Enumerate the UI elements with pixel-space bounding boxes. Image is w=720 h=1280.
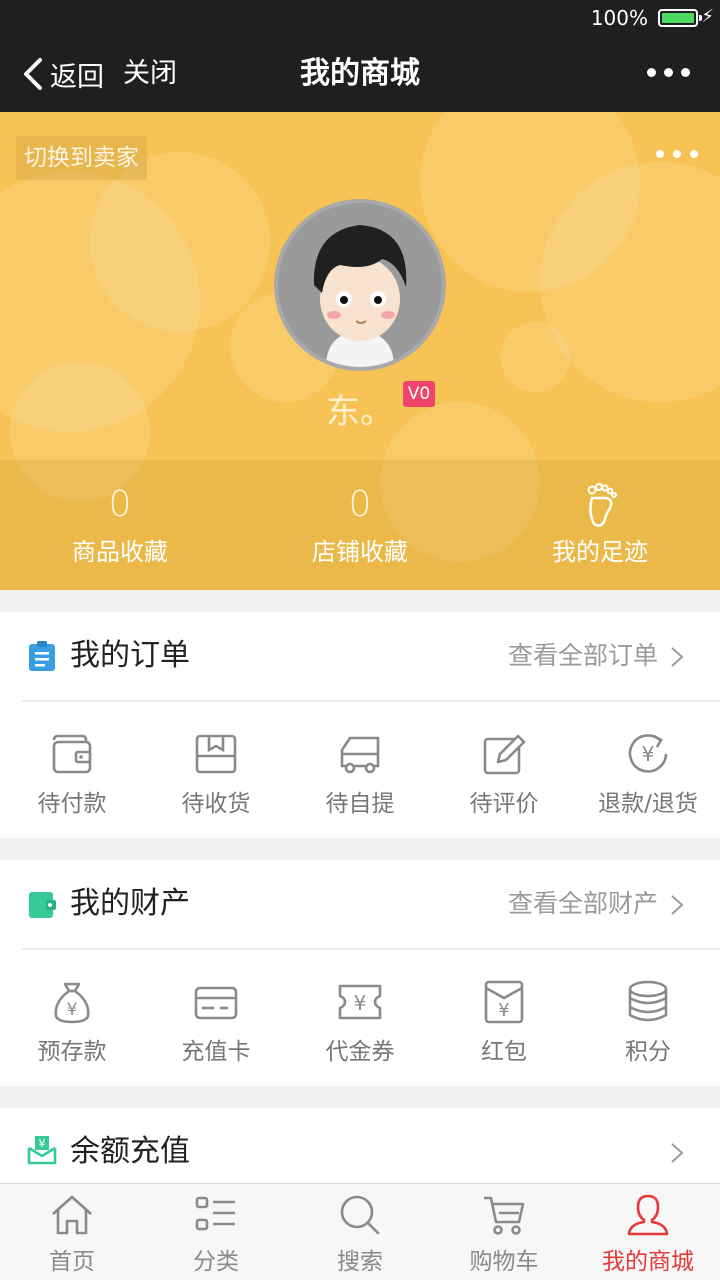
red-envelope-label: 红包	[481, 1039, 527, 1065]
card-icon	[194, 986, 238, 1020]
wallet-icon	[52, 734, 92, 774]
tab-category-label: 分类	[193, 1249, 239, 1275]
voucher-icon: ¥	[338, 984, 382, 1020]
favorite-shops-count: 0	[348, 484, 372, 525]
prepaid-label: 预存款	[37, 1039, 107, 1065]
voucher-label: 代金券	[325, 1039, 395, 1065]
favorite-shops[interactable]: 0 店铺收藏	[240, 460, 480, 590]
tab-home[interactable]: 首页	[0, 1184, 144, 1280]
profile-stats: 0 商品收藏 0 店铺收藏 我的足迹	[0, 460, 720, 590]
battery-icon	[658, 9, 702, 27]
order-pending-review[interactable]: 待评价	[432, 702, 576, 838]
recharge-icon: ¥	[27, 1136, 57, 1165]
my-footprints[interactable]: 我的足迹	[480, 460, 720, 590]
favorite-goods-count: 0	[108, 484, 132, 525]
page-title: 我的商城	[300, 56, 420, 91]
more-options-button[interactable]	[647, 68, 690, 77]
avatar-image	[278, 203, 442, 367]
asset-red-envelope[interactable]: ¥ 红包	[432, 950, 576, 1086]
order-pending-receipt[interactable]: 待收货	[144, 702, 288, 838]
balance-recharge-header[interactable]: ¥ 余额充值	[0, 1108, 720, 1184]
clipboard-icon	[29, 641, 55, 671]
order-pending-pickup[interactable]: 待自提	[288, 702, 432, 838]
tab-my-mall-label: 我的商城	[602, 1249, 694, 1275]
svg-text:¥: ¥	[498, 1000, 509, 1021]
favorite-goods[interactable]: 0 商品收藏	[0, 460, 240, 590]
tab-bar: 首页 分类 搜索 购物车 我的商城	[0, 1183, 720, 1280]
truck-icon	[340, 736, 380, 774]
footprints-label: 我的足迹	[552, 538, 648, 566]
asset-voucher[interactable]: ¥ 代金券	[288, 950, 432, 1086]
chevron-right-icon	[671, 895, 684, 915]
assets-grid: ¥ 预存款 充值卡 ¥ 代金券 ¥ 红包 积分	[0, 950, 720, 1086]
money-bag-icon: ¥	[54, 982, 90, 1024]
pending-review-label: 待评价	[469, 791, 539, 817]
edit-review-icon	[483, 734, 526, 775]
order-refund-return[interactable]: ¥ 退款/退货	[576, 702, 720, 838]
balance-recharge-section[interactable]: ¥ 余额充值	[0, 1108, 720, 1184]
search-icon	[340, 1195, 380, 1235]
package-icon	[195, 734, 237, 774]
charging-icon: ⚡	[701, 6, 714, 27]
wallet-green-icon	[29, 892, 56, 918]
avatar[interactable]	[274, 199, 446, 371]
username: 东。	[326, 392, 394, 432]
recharge-card-label: 充值卡	[181, 1039, 251, 1065]
tab-home-label: 首页	[49, 1249, 95, 1275]
tab-cart[interactable]: 购物车	[432, 1184, 576, 1280]
svg-text:¥: ¥	[354, 991, 367, 1015]
pending-pickup-label: 待自提	[325, 791, 395, 817]
assets-title: 我的财产	[70, 886, 190, 921]
header-more-button[interactable]	[656, 150, 698, 158]
asset-recharge-card[interactable]: 充值卡	[144, 950, 288, 1086]
orders-header[interactable]: 我的订单 查看全部订单	[0, 612, 720, 700]
profile-header: 切换到卖家 东。 V0 0 商品收藏 0 店铺收藏 我的足迹	[0, 112, 720, 590]
orders-title: 我的订单	[70, 638, 190, 673]
refund-icon: ¥	[628, 734, 668, 773]
chevron-right-icon	[671, 647, 684, 667]
pending-payment-label: 待付款	[37, 791, 107, 817]
battery-percentage: 100%	[590, 6, 648, 30]
svg-text:¥: ¥	[642, 742, 655, 766]
favorite-shops-label: 店铺收藏	[312, 538, 408, 566]
tab-search[interactable]: 搜索	[288, 1184, 432, 1280]
level-badge: V0	[403, 381, 435, 407]
category-icon	[195, 1196, 235, 1231]
tab-cart-label: 购物车	[469, 1249, 539, 1275]
status-bar: 100% ⚡	[0, 0, 720, 36]
coins-icon	[628, 980, 668, 1022]
tab-category[interactable]: 分类	[144, 1184, 288, 1280]
orders-grid: 待付款 待收货 待自提 待评价 ¥ 退款/退货	[0, 702, 720, 838]
svg-text:¥: ¥	[39, 1137, 46, 1150]
points-label: 积分	[625, 1039, 671, 1065]
cart-icon	[484, 1196, 525, 1235]
svg-text:¥: ¥	[67, 1000, 78, 1020]
footprint-icon	[587, 483, 617, 527]
chevron-right-icon	[671, 1143, 684, 1163]
assets-section: 我的财产 查看全部财产 ¥ 预存款 充值卡 ¥ 代金券 ¥ 红包 积分	[0, 860, 720, 1086]
assets-header[interactable]: 我的财产 查看全部财产	[0, 860, 720, 948]
red-envelope-icon: ¥	[484, 980, 524, 1024]
orders-section: 我的订单 查看全部订单 待付款 待收货 待自提 待评价 ¥ 退款/退货	[0, 612, 720, 838]
user-icon	[627, 1194, 669, 1236]
asset-points[interactable]: 积分	[576, 950, 720, 1086]
balance-recharge-title: 余额充值	[70, 1134, 190, 1169]
view-all-orders-link[interactable]: 查看全部订单	[508, 612, 658, 700]
navigation-bar: 返回 关闭 我的商城	[0, 36, 720, 112]
refund-return-label: 退款/退货	[598, 791, 698, 817]
favorite-goods-label: 商品收藏	[72, 538, 168, 566]
asset-prepaid[interactable]: ¥ 预存款	[0, 950, 144, 1086]
tab-my-mall[interactable]: 我的商城	[576, 1184, 720, 1280]
view-all-assets-link[interactable]: 查看全部财产	[508, 860, 658, 948]
home-icon	[52, 1195, 92, 1235]
order-pending-payment[interactable]: 待付款	[0, 702, 144, 838]
switch-to-seller-button[interactable]: 切换到卖家	[16, 136, 147, 180]
pending-receipt-label: 待收货	[181, 791, 251, 817]
tab-search-label: 搜索	[337, 1249, 383, 1275]
